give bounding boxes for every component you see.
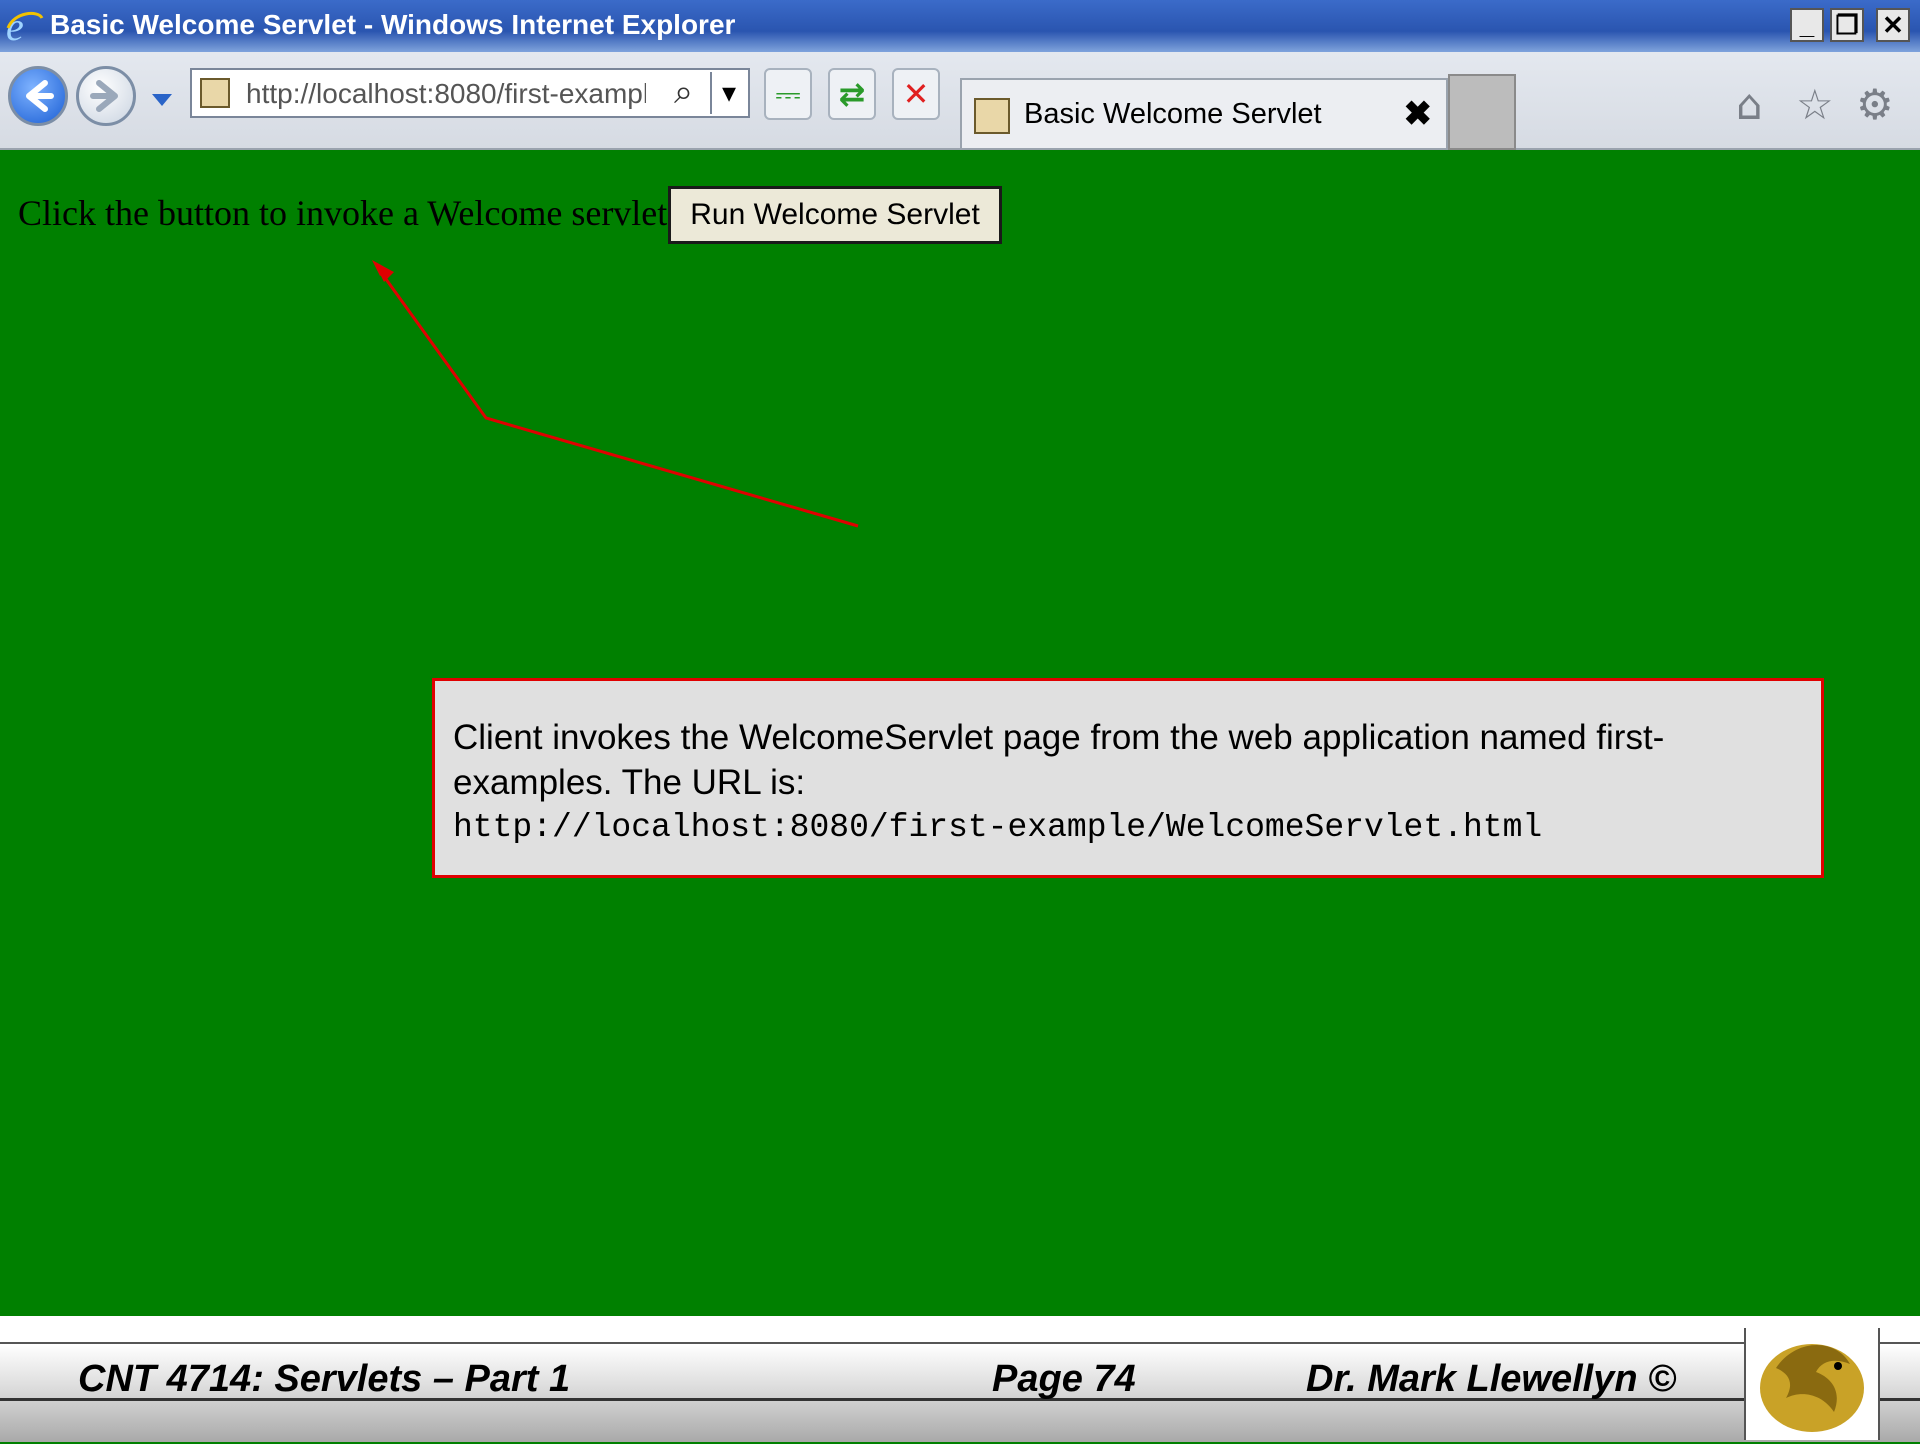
annotation-callout: Client invokes the WelcomeServlet page f… [432, 678, 1824, 878]
ucf-pegasus-logo [1744, 1328, 1880, 1440]
callout-url: http://localhost:8080/first-example/Welc… [453, 809, 1543, 846]
close-window-button[interactable]: ✕ [1876, 8, 1910, 42]
home-icon[interactable]: ⌂ [1736, 80, 1763, 129]
internet-explorer-logo-icon: e [6, 6, 44, 46]
forward-arrow-icon [90, 80, 118, 112]
run-welcome-servlet-button[interactable]: Run Welcome Servlet [668, 186, 1002, 244]
tomcat-favicon-icon [200, 78, 230, 108]
pegasus-logo-icon [1760, 1344, 1864, 1432]
refresh-button[interactable]: ⇄ [828, 68, 876, 120]
tab-basic-welcome-servlet[interactable]: Basic Welcome Servlet ✖ [960, 78, 1448, 148]
new-tab-button[interactable] [1448, 74, 1516, 150]
back-arrow-icon [26, 80, 54, 112]
tab-close-icon[interactable]: ✖ [1404, 94, 1433, 134]
footer-author: Dr. Mark Llewellyn © [1306, 1358, 1677, 1400]
page-content: Click the button to invoke a Welcome ser… [0, 150, 1920, 1316]
stop-button[interactable]: ✕ [892, 68, 940, 120]
tab-title: Basic Welcome Servlet [1024, 98, 1322, 130]
minimize-button[interactable]: _ [1790, 8, 1824, 42]
window-title-bar[interactable]: e Basic Welcome Servlet - Windows Intern… [0, 0, 1920, 52]
compatibility-view-button[interactable]: ⎓ [764, 68, 812, 120]
restore-button[interactable]: ❐ [1830, 8, 1864, 42]
recent-pages-dropdown-icon[interactable] [150, 92, 174, 108]
footer-page: Page 74 [992, 1358, 1136, 1400]
address-bar[interactable]: http://localhost:8080/first-example ⌕ ▾ [190, 68, 750, 118]
search-icon[interactable]: ⌕ [674, 72, 693, 112]
address-url[interactable]: http://localhost:8080/first-example [246, 78, 646, 110]
tools-gear-icon[interactable]: ⚙ [1856, 80, 1894, 129]
favorites-star-icon[interactable]: ☆ [1796, 80, 1834, 129]
slide-footer: CNT 4714: Servlets – Part 1 Page 74 Dr. … [0, 1316, 1920, 1442]
prompt-text: Click the button to invoke a Welcome ser… [18, 193, 668, 233]
callout-text: Client invokes the WelcomeServlet page f… [453, 718, 1665, 802]
window-title: Basic Welcome Servlet - Windows Internet… [50, 9, 736, 40]
address-dropdown-button[interactable]: ▾ [710, 72, 746, 114]
back-button[interactable] [8, 66, 68, 126]
browser-toolbar: http://localhost:8080/first-example ⌕ ▾ … [0, 52, 1920, 150]
tomcat-favicon-icon [974, 98, 1010, 134]
forward-button[interactable] [76, 66, 136, 126]
footer-course: CNT 4714: Servlets – Part 1 [78, 1358, 571, 1400]
